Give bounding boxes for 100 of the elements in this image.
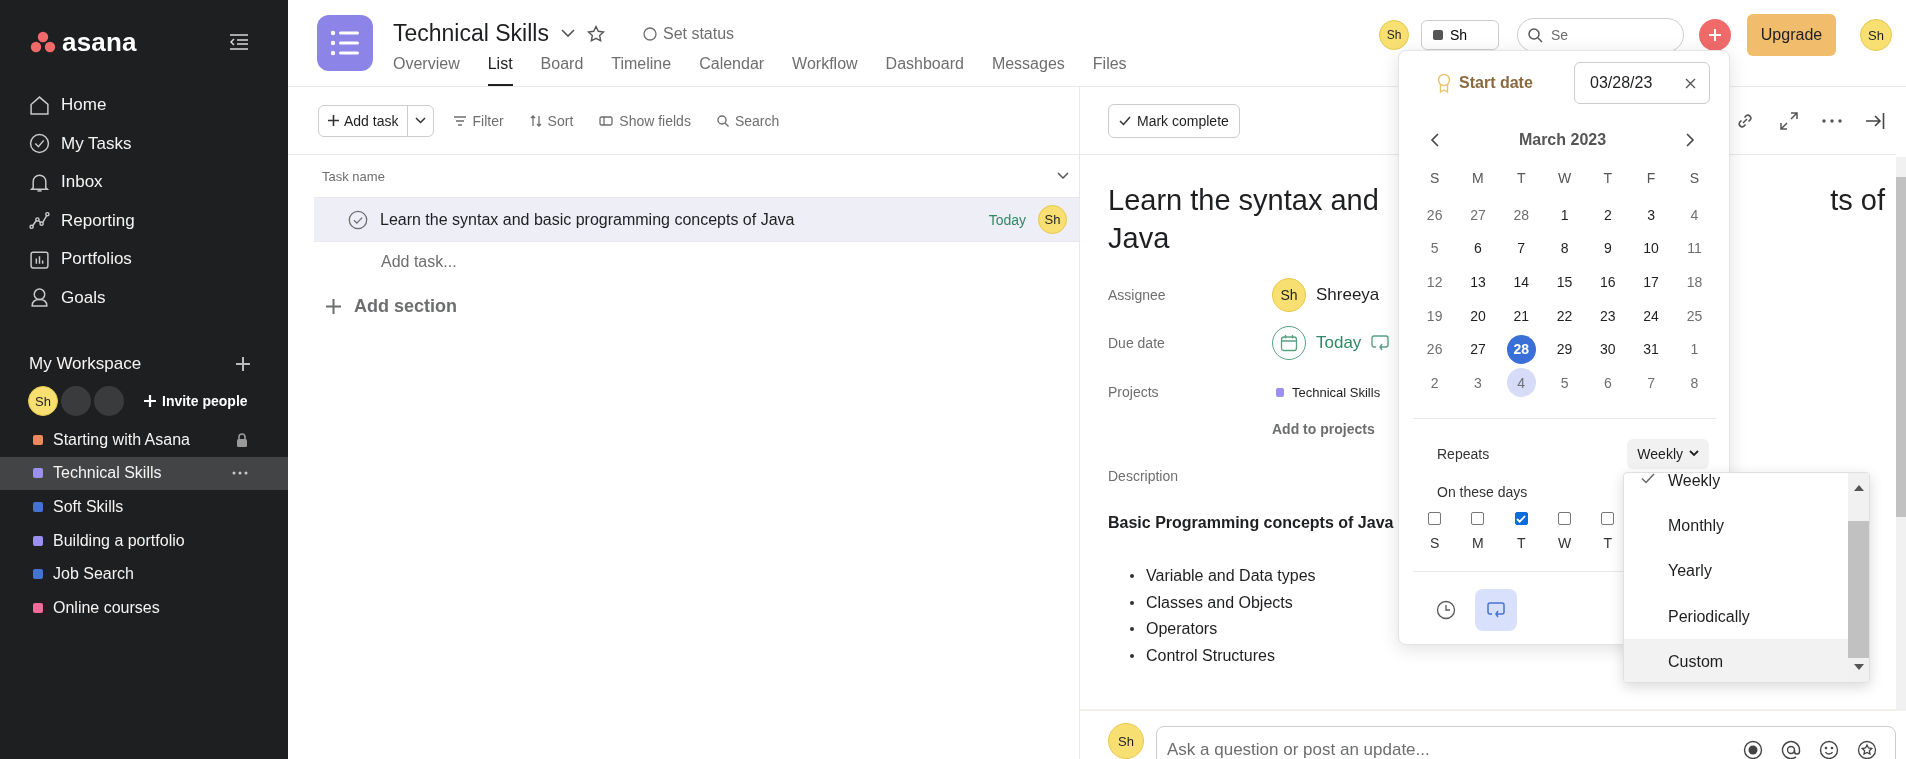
menu-option[interactable]: Periodically [1624, 593, 1848, 640]
chevron-left-icon[interactable] [1430, 133, 1440, 147]
calendar-day[interactable]: 28 [1506, 334, 1536, 364]
comment-field[interactable]: Ask a question or post an update... [1156, 726, 1896, 759]
calendar-day[interactable]: 2 [1420, 368, 1450, 398]
calendar-day[interactable]: 3 [1636, 200, 1666, 230]
caret-icon[interactable] [560, 29, 575, 38]
share-button[interactable]: Sh [1421, 20, 1499, 50]
calendar-day[interactable]: 14 [1506, 267, 1536, 297]
repeat-button[interactable] [1475, 588, 1517, 631]
calendar-day[interactable]: 23 [1593, 301, 1623, 331]
user-avatar[interactable]: Sh [1860, 19, 1892, 51]
calendar-day[interactable]: 13 [1463, 267, 1493, 297]
calendar-day[interactable]: 1 [1679, 334, 1709, 364]
filter-button[interactable]: Filter [448, 112, 510, 129]
expand-icon[interactable] [1779, 110, 1799, 131]
calendar-day[interactable]: 5 [1550, 368, 1580, 398]
avatar[interactable]: Sh [28, 386, 58, 416]
search-button[interactable]: Search [710, 112, 786, 129]
record-icon[interactable] [1743, 740, 1763, 759]
assignee-avatar[interactable]: Sh [1038, 205, 1067, 234]
sort-button[interactable]: Sort [523, 112, 580, 129]
project-item[interactable]: Online courses [0, 590, 288, 625]
collapse-sidebar-icon[interactable] [228, 33, 250, 51]
date-field[interactable]: 03/28/23 [1574, 62, 1710, 104]
calendar-day[interactable]: 17 [1636, 267, 1666, 297]
nav-item[interactable]: Inbox [0, 163, 288, 202]
day-checkbox[interactable] [1514, 512, 1528, 526]
calendar-day[interactable]: 12 [1420, 267, 1450, 297]
nav-item[interactable]: Reporting [0, 201, 288, 240]
project-item[interactable]: Building a portfolio [0, 523, 288, 558]
calendar-day[interactable]: 16 [1593, 267, 1623, 297]
calendar-day[interactable]: 21 [1506, 301, 1536, 331]
calendar-day[interactable]: 7 [1636, 368, 1666, 398]
tab[interactable]: Board [540, 55, 584, 86]
calendar-day[interactable]: 25 [1679, 301, 1709, 331]
nav-item[interactable]: Goals [0, 278, 288, 317]
calendar-day[interactable]: 9 [1593, 233, 1623, 263]
scroll-down-icon[interactable] [1853, 664, 1864, 670]
project-item[interactable]: Soft Skills [0, 490, 288, 524]
calendar-day[interactable]: 26 [1420, 200, 1450, 230]
calendar-day[interactable]: 18 [1679, 267, 1709, 297]
menu-option[interactable]: Yearly [1624, 548, 1848, 594]
calendar-day[interactable]: 31 [1636, 334, 1666, 364]
nav-item[interactable]: My Tasks [0, 124, 288, 163]
calendar-day[interactable]: 1 [1550, 200, 1580, 230]
tab[interactable]: Messages [991, 55, 1065, 86]
day-checkbox[interactable] [1428, 512, 1442, 526]
star-icon[interactable] [1857, 740, 1877, 759]
calendar-day[interactable]: 4 [1679, 200, 1709, 230]
day-checkbox[interactable] [1558, 512, 1572, 526]
nav-item[interactable]: Portfolios [0, 240, 288, 279]
menu-option[interactable]: Custom [1624, 639, 1848, 682]
member-avatar[interactable]: Sh [1379, 20, 1409, 50]
day-checkbox[interactable] [1601, 512, 1615, 526]
calendar-day[interactable]: 15 [1550, 267, 1580, 297]
tab[interactable]: Workflow [792, 55, 858, 86]
calendar-day[interactable]: 28 [1506, 200, 1536, 230]
tab[interactable]: List [487, 55, 513, 86]
scroll-up-icon[interactable] [1853, 485, 1864, 491]
add-task-link[interactable]: Add task... [381, 253, 457, 271]
mention-icon[interactable] [1781, 740, 1801, 759]
calendar-day[interactable]: 19 [1420, 301, 1450, 331]
add-icon[interactable] [236, 357, 250, 371]
menu-option[interactable]: Weekly [1624, 473, 1848, 504]
due-date[interactable]: Today [1316, 333, 1362, 353]
mark-complete-button[interactable]: Mark complete [1108, 103, 1240, 138]
calendar-day[interactable]: 22 [1550, 301, 1580, 331]
calendar-day[interactable]: 10 [1636, 233, 1666, 263]
calendar-day[interactable]: 6 [1463, 233, 1493, 263]
invite-button[interactable]: Invite people [144, 393, 248, 409]
emoji-icon[interactable] [1819, 740, 1839, 759]
tab[interactable]: Files [1092, 55, 1127, 86]
tab[interactable]: Dashboard [885, 55, 964, 86]
calendar-day[interactable]: 5 [1420, 233, 1450, 263]
calendar-day[interactable]: 27 [1463, 200, 1493, 230]
project-item[interactable]: Starting with Asana [0, 423, 288, 457]
caret-icon[interactable] [415, 117, 427, 124]
nav-item[interactable]: Home [0, 86, 288, 125]
project-item[interactable]: Job Search [0, 557, 288, 591]
show-fields-button[interactable]: Show fields [593, 112, 697, 129]
more-icon[interactable] [1822, 118, 1842, 123]
add-to-projects-link[interactable]: Add to projects [1272, 421, 1375, 437]
calendar-day[interactable]: 30 [1593, 334, 1623, 364]
calendar-day[interactable]: 4 [1506, 368, 1536, 398]
calendar-day[interactable]: 20 [1463, 301, 1493, 331]
close-icon[interactable] [1685, 77, 1696, 89]
menu-option[interactable]: Monthly [1624, 503, 1848, 549]
add-task-button[interactable]: Add task [318, 104, 435, 137]
calendar-day[interactable]: 27 [1463, 334, 1493, 364]
calendar-day[interactable]: 2 [1593, 200, 1623, 230]
caret-icon[interactable] [1057, 172, 1069, 180]
calendar-day[interactable]: 24 [1636, 301, 1666, 331]
task-row[interactable]: Learn the syntax and basic programming concepts of Java Today Sh [314, 198, 1079, 242]
more-icon[interactable] [232, 471, 248, 476]
chevron-right-icon[interactable] [1685, 133, 1695, 147]
scrollbar[interactable] [1848, 473, 1869, 682]
calendar-day[interactable]: 6 [1593, 368, 1623, 398]
close-pane-icon[interactable] [1865, 111, 1885, 130]
tab[interactable]: Timeline [611, 55, 672, 86]
